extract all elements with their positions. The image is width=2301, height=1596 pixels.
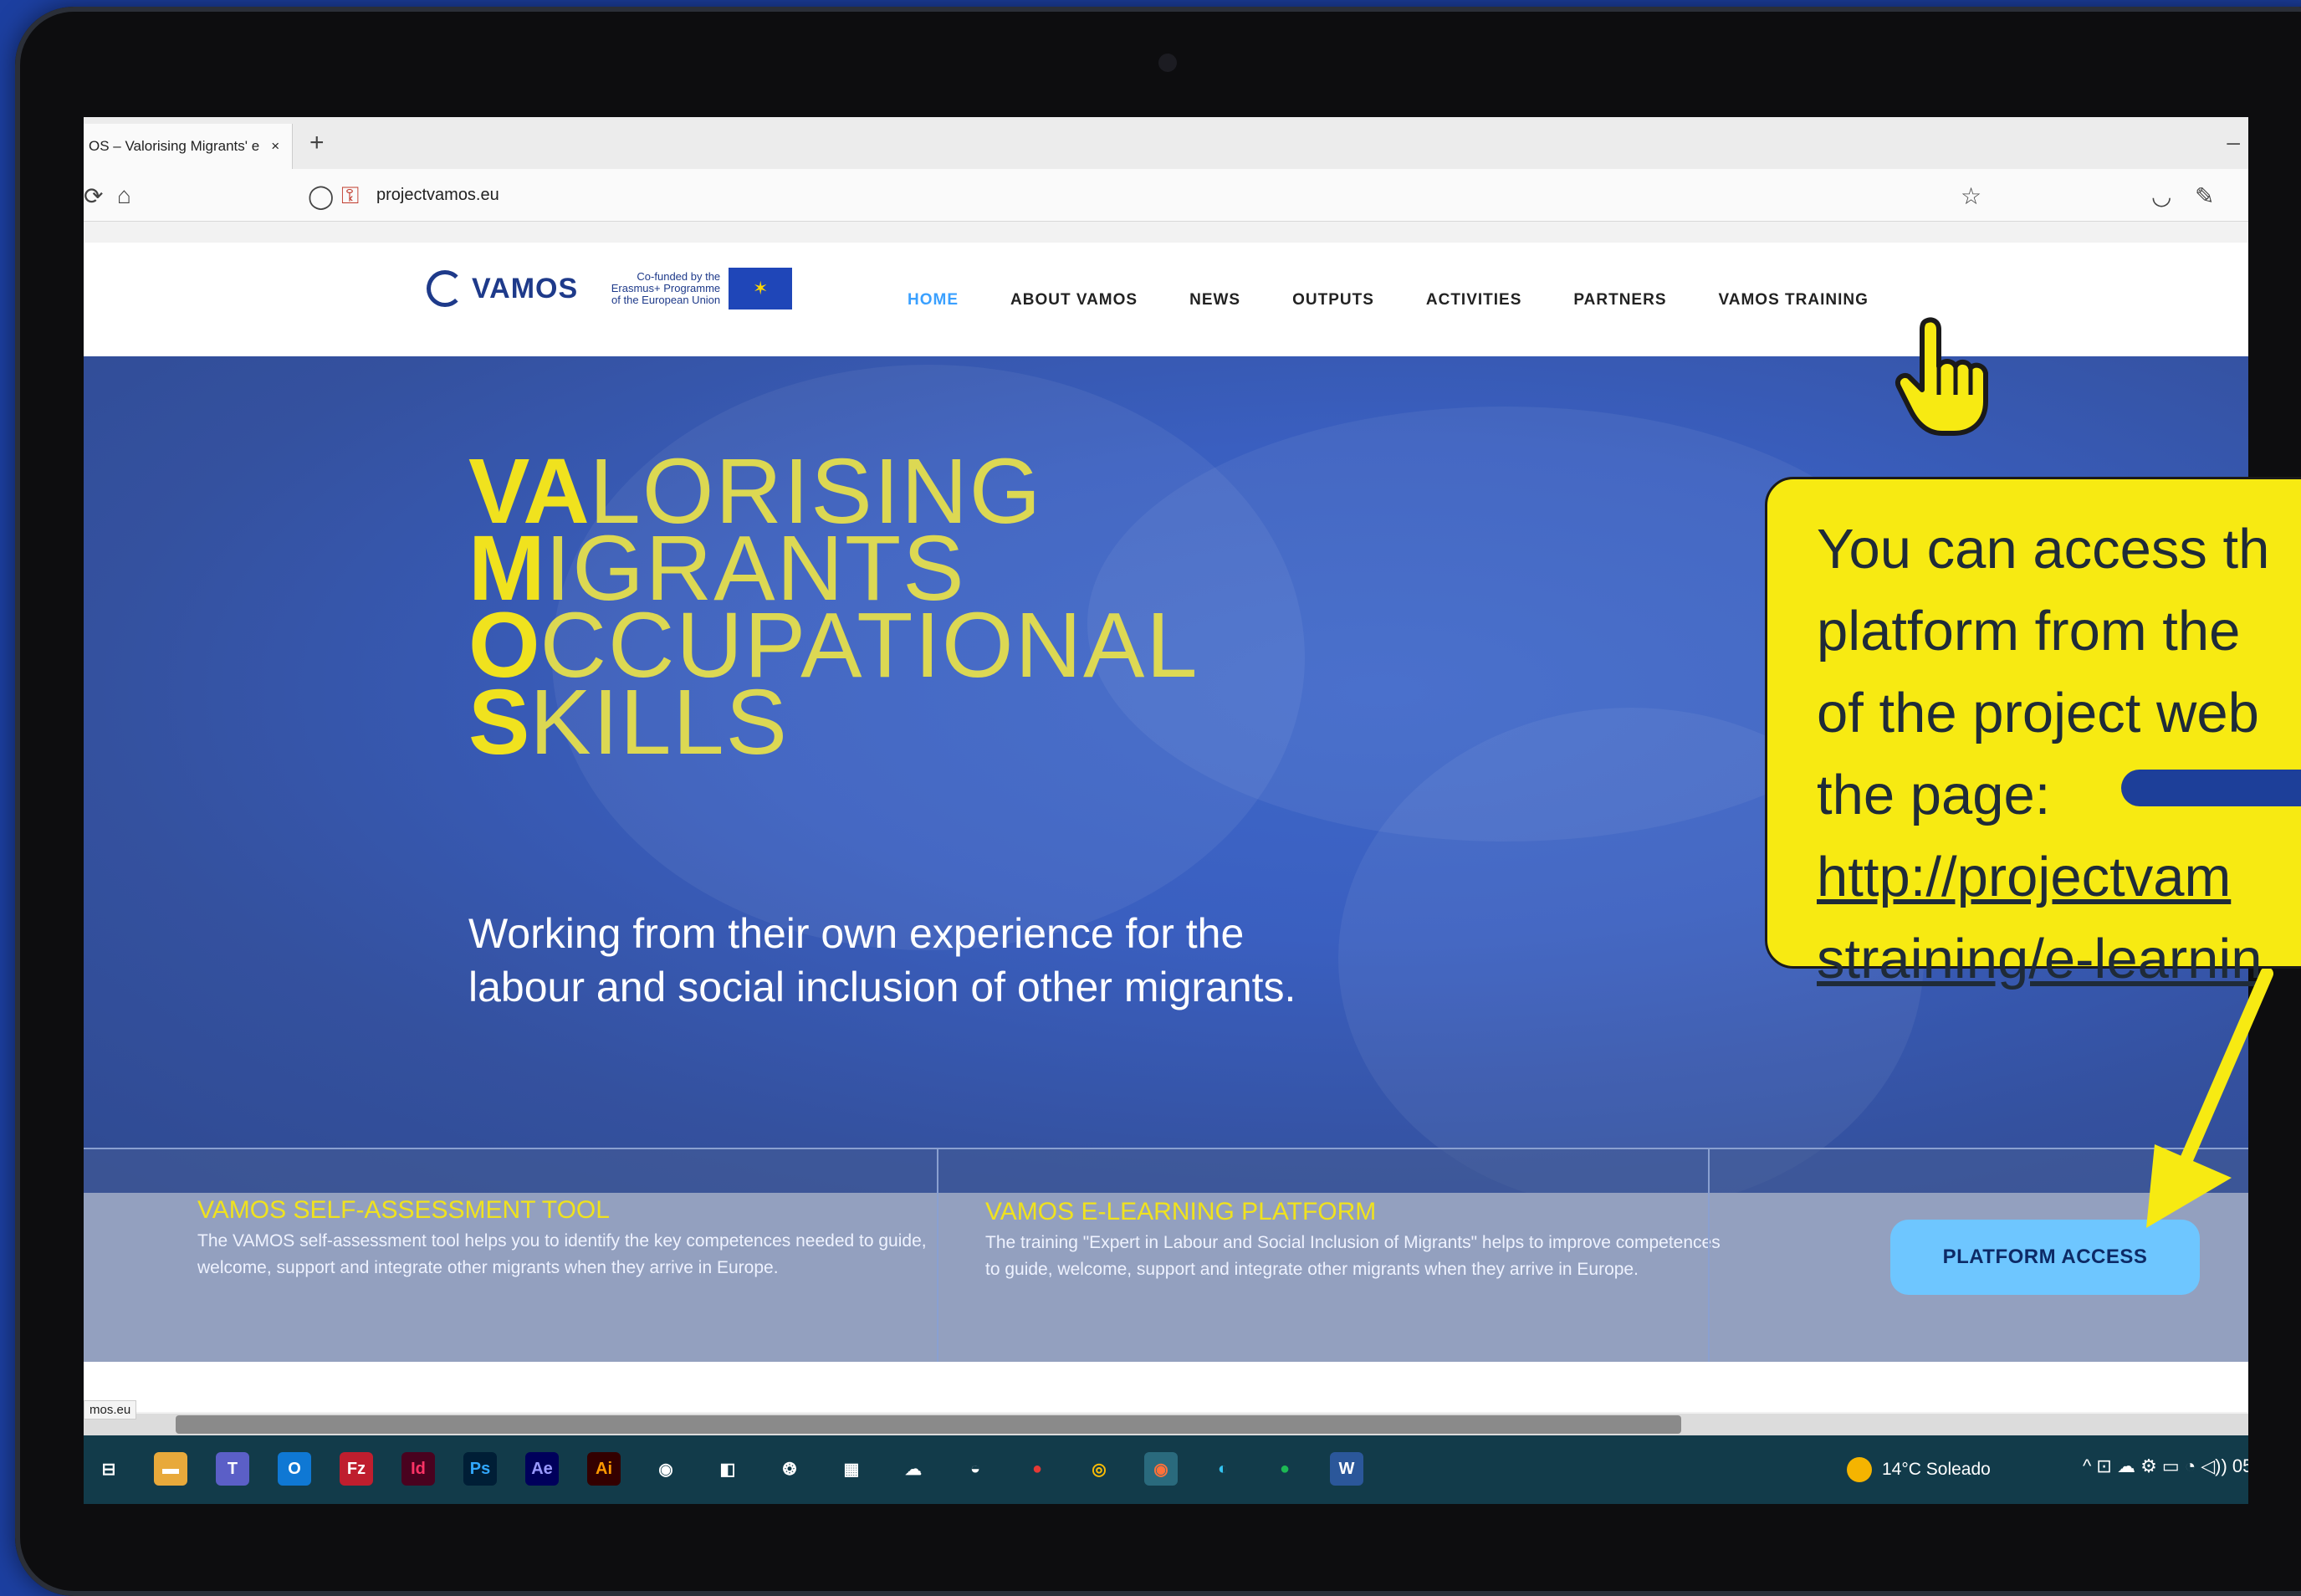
filezilla-icon[interactable]: Fz [340,1452,373,1486]
cofund-text: Co-funded by the Erasmus+ Programme of t… [586,271,720,306]
card-title[interactable]: VAMOS E-LEARNING PLATFORM [985,1198,1738,1226]
eyedropper-icon[interactable]: ✎ [2195,182,2214,210]
callout-line: You can access th [1817,518,2270,581]
callout-text: You can access th platform from the of t… [1817,509,2301,1000]
eu-flag-icon: ✶ [729,268,793,309]
chrome-icon[interactable]: ◎ [1082,1452,1116,1486]
new-tab-button[interactable]: + [309,129,325,157]
nav-news[interactable]: NEWS [1189,291,1240,309]
address-bar[interactable]: projectvamos.eu [376,186,499,205]
card-title[interactable]: VAMOS SELF-ASSESSMENT TOOL [197,1196,933,1225]
calculator-icon[interactable]: ▦ [835,1452,868,1486]
notes-icon[interactable]: ◧ [711,1452,744,1486]
spotify-icon[interactable]: ● [1268,1452,1301,1486]
status-url: mos.eu [84,1400,137,1420]
shield-icon[interactable]: ◯ [308,182,334,210]
card-text: The VAMOS self-assessment tool helps you… [197,1231,927,1277]
cofund-line: Erasmus+ Programme [611,282,721,294]
reload-icon[interactable]: ⟳ [84,182,103,210]
nav-vamos-training[interactable]: VAMOS TRAINING [1719,291,1869,309]
vamos-logo[interactable]: VAMOS Co-funded by the Erasmus+ Programm… [427,268,793,309]
illustrator-icon[interactable]: Ai [587,1452,621,1486]
hero-subtitle: Working from their own experience for th… [468,910,1296,1010]
scroll-thumb[interactable] [176,1415,1681,1434]
vpn-icon[interactable]: ◉ [649,1452,683,1486]
app-red-icon[interactable]: ● [1020,1452,1054,1486]
card-divider [937,1148,938,1362]
card-text: The training "Expert in Labour and Socia… [985,1233,1721,1279]
file-explorer-icon[interactable]: ▬ [154,1452,187,1486]
hero-word: KILLS [529,671,790,774]
aperture-icon[interactable]: ❂ [773,1452,806,1486]
page-footer-strip [84,1362,2248,1412]
weather-widget[interactable]: 14°C Soleado [1847,1457,1991,1482]
after-effects-icon[interactable]: Ae [525,1452,559,1486]
nav-partners[interactable]: PARTNERS [1573,291,1666,309]
camera-icon [1158,54,1177,72]
cofund-line: Co-funded by the [637,270,721,283]
indesign-icon[interactable]: Id [401,1452,435,1486]
pocket-icon[interactable]: ◡ [2151,182,2171,210]
cloud-icon[interactable]: ☁ [897,1452,930,1486]
nav-about[interactable]: ABOUT VAMOS [1010,291,1138,309]
card-divider [1708,1148,1710,1362]
edge-icon[interactable]: ◐ [1206,1452,1240,1486]
main-nav: HOME ABOUT VAMOS NEWS OUTPUTS ACTIVITIES… [908,291,1869,309]
logo-text: VAMOS [472,272,579,304]
tab-bar [84,117,2248,169]
hero-initial: S [468,671,530,774]
system-tray[interactable]: ^ ⊡ ☁ ⚙ ▭ ◔ ◁)) 05/ [2083,1455,2248,1477]
app-icon[interactable]: ◒ [959,1452,992,1486]
sun-icon [1847,1457,1872,1482]
nav-activities[interactable]: ACTIVITIES [1426,291,1522,309]
firefox-icon[interactable]: ◉ [1144,1452,1178,1486]
callout-pill [2121,770,2301,806]
callout-line: of the project web [1817,682,2259,744]
teams-icon[interactable]: T [216,1452,249,1486]
task-view-icon[interactable]: ⊟ [92,1452,125,1486]
cofund-line: of the European Union [611,294,721,306]
logo-mark-icon [427,270,463,307]
photoshop-icon[interactable]: Ps [463,1452,497,1486]
home-icon[interactable]: ⌂ [117,182,131,209]
callout-line: platform from the [1817,600,2241,662]
word-icon[interactable]: W [1330,1452,1363,1486]
hero-title: VALORISING MIGRANTS OCCUPATIONAL SKILLS [468,446,1199,769]
nav-home[interactable]: HOME [908,291,959,309]
bookmark-star-icon[interactable]: ☆ [1961,182,1981,210]
pointing-hand-icon [1895,317,1988,436]
lock-icon[interactable]: ⚿ [341,182,359,210]
arrow-icon [2146,969,2273,1228]
outlook-icon[interactable]: O [278,1452,311,1486]
callout-link[interactable]: http://projectvam [1817,836,2301,918]
tab-title: OS – Valorising Migrants' e [89,138,260,154]
minimize-button[interactable]: – [2227,129,2240,156]
browser-tab[interactable]: OS – Valorising Migrants' e × [84,124,293,169]
close-icon[interactable]: × [271,138,279,155]
weather-text: 14°C Soleado [1882,1460,1991,1479]
nav-outputs[interactable]: OUTPUTS [1292,291,1374,309]
